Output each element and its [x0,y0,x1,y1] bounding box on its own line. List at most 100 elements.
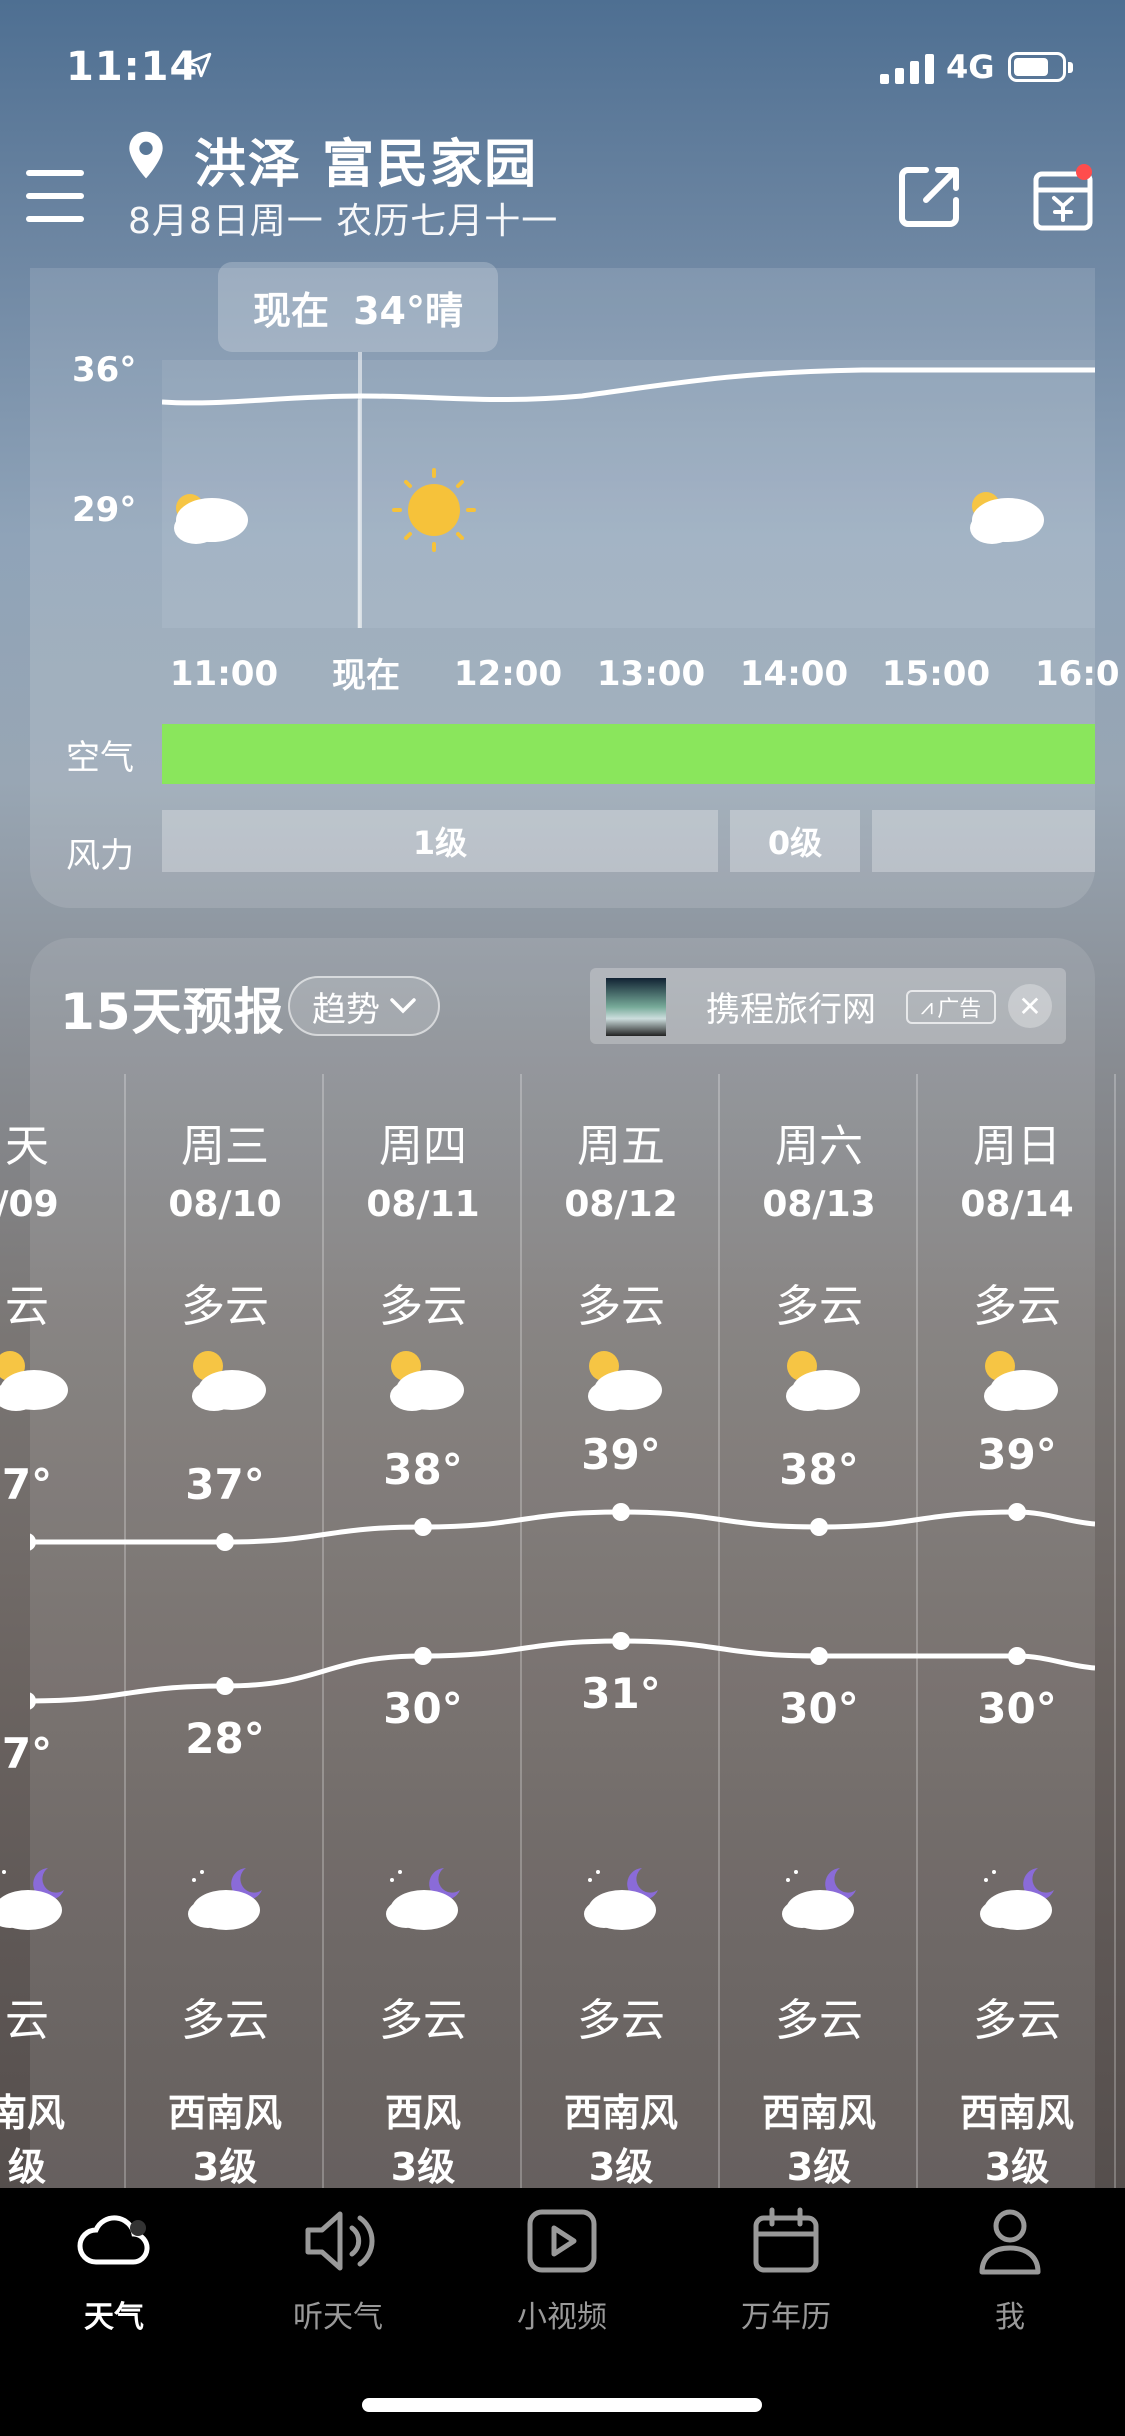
high-temp-line-point [1008,1503,1026,1521]
ad-logo-icon: ⩘ [920,994,934,1020]
day-weather: 多云 [775,1281,863,1332]
wind-level: 3级 [588,2145,654,2189]
weekday: 周五 [577,1121,665,1172]
partly-cloudy-icon [192,1351,266,1411]
cloudy-night-icon [0,1868,64,1930]
wind-direction: 西南风 [167,2091,282,2135]
night-weather: 多云 [775,1995,863,2046]
wind-level: 3级 [390,2145,456,2189]
day-weather: 多云 [181,1281,269,1332]
time-label: 16:0 [1035,654,1120,694]
wind-level: 3级 [786,2145,852,2189]
day-weather: 多云 [577,1281,665,1332]
status-bar: 11:14 4G [0,0,1125,130]
date: 08/12 [564,1184,678,1225]
partly-cloudy-icon [588,1351,662,1411]
partly-cloudy-icon [786,1351,860,1411]
low-temp-line-point [216,1677,234,1695]
home-indicator [362,2398,762,2412]
low-temp-line-point [30,1692,36,1710]
partly-cloudy-icon [390,1351,464,1411]
high-temp-line-point [216,1533,234,1551]
date: 08/14 [960,1184,1074,1225]
time-label: 15:00 [881,654,991,694]
share-icon[interactable] [896,164,962,230]
tooltip-now-label: 现在 [253,288,330,333]
day-weather: 多云 [973,1281,1061,1332]
date: /09 [0,1184,59,1225]
wind-level: 3级 [984,2145,1050,2189]
air-quality-bar [162,724,1095,784]
speaker-icon [305,2211,375,2271]
tab-short-video[interactable]: 小视频 [482,2206,642,2336]
tab-weather[interactable]: 天气 [34,2206,194,2336]
ad-banner[interactable]: 携程旅行网 ⩘ 广告 ✕ [590,968,1066,1044]
wind-segment [872,810,1095,872]
low-temp-line [30,1638,1095,1704]
high-temp-line [30,1509,1095,1545]
chevron-down-icon [390,998,416,1014]
wind-direction: 南风 [0,2091,65,2135]
wind-direction: 西南风 [563,2091,678,2135]
high-temp-line-point [414,1518,432,1536]
tab-listen-weather[interactable]: 听天气 [258,2206,418,2336]
partly-cloudy-icon [0,1351,68,1411]
tab-me[interactable]: 我 [930,2206,1090,2336]
date: 08/13 [762,1184,876,1225]
signal-icon [880,54,934,84]
night-weather: 多云 [379,1995,467,2046]
tab-label: 小视频 [517,2300,607,2335]
date: 08/10 [168,1184,282,1225]
ad-thumbnail [606,978,666,1036]
time-label: 现在 [332,656,400,696]
temperature-trend-chart [30,1503,1095,1710]
tooltip-temp: 34°晴 [353,288,463,333]
weekday: 周六 [775,1121,863,1172]
date: 08/11 [366,1184,480,1225]
low-temp-line-point [810,1647,828,1665]
wind-level: 3级 [192,2145,258,2189]
tab-label: 天气 [84,2300,144,2335]
wind-segment: 0级 [730,810,860,872]
tab-label: 万年历 [741,2300,831,2335]
trend-dropdown[interactable]: 趋势 [288,976,440,1036]
location-title[interactable]: 洪泽 富民家园 [194,122,538,197]
air-quality-label: 空气 [66,738,134,778]
partly-cloudy-icon [984,1351,1058,1411]
night-weather: 云 [5,1995,49,2046]
date-subtitle: 8月8日周一 农历七月十一 [128,201,559,242]
time-label: 14:00 [739,654,849,694]
cloudy-night-icon [188,1868,262,1930]
wind-segment: 1级 [162,810,718,872]
close-icon[interactable]: ✕ [1008,984,1052,1028]
day-weather: 多云 [379,1281,467,1332]
time-label: 13:00 [596,654,706,694]
night-weather: 多云 [577,1995,665,2046]
calendar-gift-icon[interactable] [1032,162,1094,232]
time-label: 11:00 [169,654,279,694]
battery-icon [1008,52,1066,82]
weekday: 周四 [379,1121,467,1172]
forecast-title: 15天预报 [60,983,285,1041]
cloudy-night-icon [980,1868,1054,1930]
menu-icon[interactable] [26,170,84,222]
wind-level: 级 [7,2145,46,2189]
status-time: 11:14 [66,44,199,90]
tab-label: 我 [995,2300,1025,2335]
high-temp-line-point [612,1503,630,1521]
high-temp-line-point [30,1533,36,1551]
high-temp-line-point [810,1518,828,1536]
weekday: 周三 [181,1121,269,1172]
cloudy-night-icon [584,1868,658,1930]
ad-badge-label: 广告 [937,997,982,1022]
ad-badge: ⩘ 广告 [906,990,996,1024]
low-temp-line-point [414,1647,432,1665]
low-temp-line-point [612,1632,630,1650]
now-indicator-line [358,352,362,628]
day-weather: 云 [5,1281,49,1332]
wind-direction: 西南风 [761,2091,876,2135]
wind-label: 风力 [66,836,134,876]
person-icon [979,2209,1041,2275]
cloudy-night-icon [782,1868,856,1930]
tab-calendar[interactable]: 万年历 [706,2206,866,2336]
